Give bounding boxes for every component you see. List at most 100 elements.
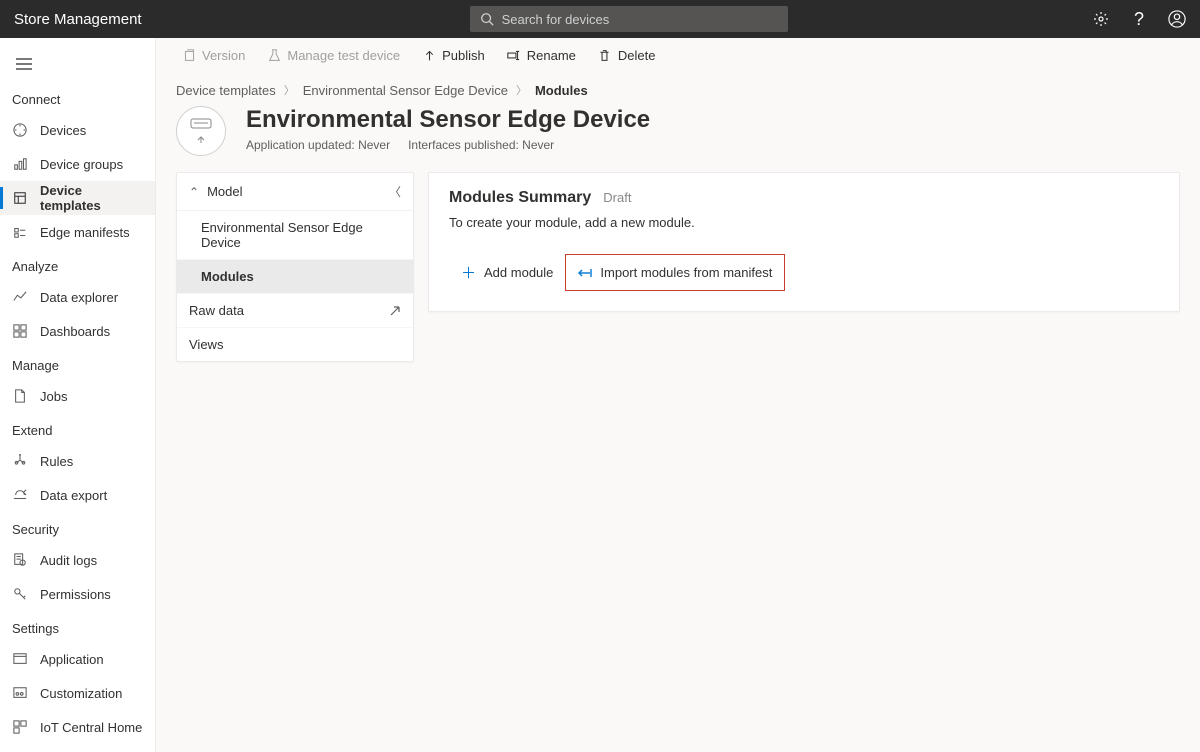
cmd-label: Rename [527,48,576,63]
breadcrumb: Device templates 〉 Environmental Sensor … [176,82,1180,98]
page-title: Environmental Sensor Edge Device [246,106,650,134]
sidebar-item-permissions[interactable]: Permissions [0,577,155,611]
sidebar-item-edge-manifests[interactable]: Edge manifests [0,215,155,249]
cmd-label: Delete [618,48,656,63]
flask-icon [267,49,281,63]
account-icon[interactable] [1168,10,1186,28]
dashboard-icon [12,323,28,339]
model-panel: ⌃ Model 〈 Environmental Sensor Edge Devi… [176,172,414,362]
settings-icon[interactable] [1092,10,1110,28]
add-module-button[interactable]: ＋ Add module [449,254,565,291]
nav-label: Edge manifests [40,225,130,240]
cmd-version: Version [174,42,253,69]
chevron-right-icon: 〉 [516,82,527,98]
breadcrumb-current: Modules [535,83,588,98]
section-manage: Manage [0,348,155,379]
model-label: Model [207,184,242,199]
sidebar-item-device-templates[interactable]: Device templates [0,181,155,215]
tree-label: Raw data [189,303,244,318]
action-label: Add module [484,265,553,280]
panel-description: To create your module, add a new module. [449,215,1159,230]
cmd-publish[interactable]: Publish [414,42,493,69]
cmd-manage-test-device: Manage test device [259,42,408,69]
tree-label: Views [189,337,223,352]
section-connect: Connect [0,82,155,113]
tree-item-raw-data[interactable]: Raw data [177,294,413,328]
help-icon[interactable]: ? [1130,10,1148,28]
tree-item-modules[interactable]: Modules [177,260,413,294]
publish-icon [422,49,436,63]
nav-label: Customization [40,686,122,701]
nav-label: Data export [40,488,107,503]
bar-chart-icon [12,156,28,172]
import-modules-button[interactable]: Import modules from manifest [566,255,784,290]
breadcrumb-device[interactable]: Environmental Sensor Edge Device [303,83,508,98]
sidebar-item-data-export[interactable]: Data export [0,478,155,512]
tree-item-device[interactable]: Environmental Sensor Edge Device [177,211,413,260]
search-input[interactable] [502,12,778,27]
home-icon [12,719,28,735]
nav-label: Permissions [40,587,111,602]
chevron-up-icon: ⌃ [189,185,199,199]
meta-interfaces-published: Interfaces published: Never [408,138,554,152]
chevron-right-icon: 〉 [284,82,295,98]
collapse-panel-icon[interactable]: 〈 [389,183,401,200]
line-chart-icon [12,289,28,305]
nav-label: Device groups [40,157,123,172]
sidebar-item-iot-central-home[interactable]: IoT Central Home [0,710,155,744]
breadcrumb-device-templates[interactable]: Device templates [176,83,276,98]
expand-icon[interactable] [389,305,401,317]
customization-icon [12,685,28,701]
tree-label: Environmental Sensor Edge Device [201,220,401,250]
nav-label: Device templates [40,183,143,213]
app-title: Store Management [14,11,142,28]
jobs-icon [12,388,28,404]
sidebar-item-data-explorer[interactable]: Data explorer [0,280,155,314]
key-icon [12,586,28,602]
manifest-icon [12,224,28,240]
device-avatar [176,106,226,156]
import-icon [578,267,592,279]
cmd-rename[interactable]: Rename [499,42,584,69]
nav-label: Devices [40,123,86,138]
main-content: Version Manage test device Publish Renam… [156,38,1200,752]
sidebar-item-devices[interactable]: Devices [0,113,155,147]
cmd-label: Publish [442,48,485,63]
sidebar-item-customization[interactable]: Customization [0,676,155,710]
nav-label: IoT Central Home [40,720,142,735]
rules-icon [12,453,28,469]
cmd-label: Version [202,48,245,63]
sidebar-item-dashboards[interactable]: Dashboards [0,314,155,348]
hamburger-button[interactable] [4,46,44,82]
section-settings: Settings [0,611,155,642]
app-icon [12,651,28,667]
cmd-delete[interactable]: Delete [590,42,664,69]
plus-icon: ＋ [461,262,476,283]
nav-label: Data explorer [40,290,118,305]
draft-badge: Draft [603,190,631,205]
section-security: Security [0,512,155,543]
model-header[interactable]: ⌃ Model 〈 [177,173,413,211]
section-analyze: Analyze [0,249,155,280]
panel-title: Modules Summary [449,189,591,207]
nav-label: Jobs [40,389,67,404]
modules-summary-panel: Modules Summary Draft To create your mod… [428,172,1180,312]
tree-item-views[interactable]: Views [177,328,413,361]
meta-application-updated: Application updated: Never [246,138,390,152]
action-label: Import modules from manifest [600,265,772,280]
search-icon [480,12,494,26]
audit-icon [12,552,28,568]
section-extend: Extend [0,413,155,444]
sidebar-item-application[interactable]: Application [0,642,155,676]
tree-label: Modules [201,269,254,284]
template-icon [12,190,28,206]
sidebar-item-rules[interactable]: Rules [0,444,155,478]
app-header: Store Management ? [0,0,1200,38]
search-box[interactable] [470,6,788,32]
nav-label: Rules [40,454,73,469]
sidebar-item-device-groups[interactable]: Device groups [0,147,155,181]
sidebar-item-audit-logs[interactable]: Audit logs [0,543,155,577]
nav-label: Application [40,652,104,667]
sidebar-item-jobs[interactable]: Jobs [0,379,155,413]
sidebar: Connect Devices Device groups Device tem… [0,38,156,752]
